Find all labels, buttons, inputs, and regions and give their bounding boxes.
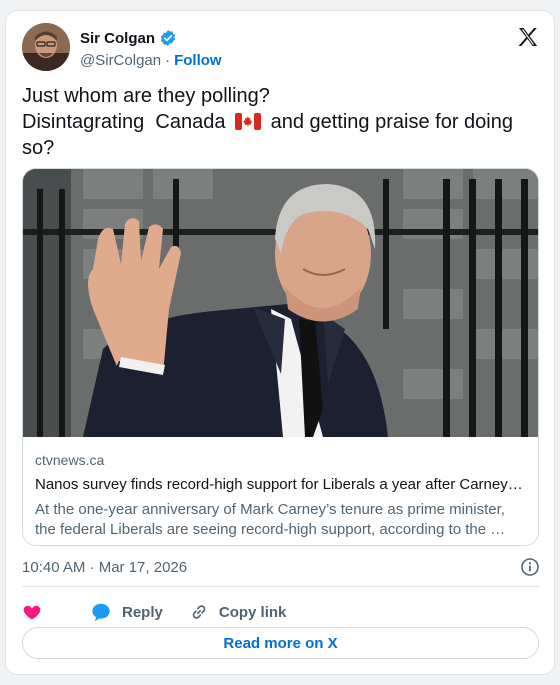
reply-label: Reply <box>122 603 163 621</box>
reply-button[interactable]: Reply <box>90 602 163 622</box>
tweet-line-2: Disintagrating Canada and getting praise… <box>22 109 540 135</box>
author-handle[interactable]: @SirColgan <box>80 52 161 69</box>
display-name[interactable]: Sir Colgan <box>80 30 155 47</box>
tweet-text: Just whom are they polling? Disintagrati… <box>22 83 540 161</box>
divider <box>22 586 540 587</box>
like-button[interactable] <box>22 602 52 622</box>
link-preview-card[interactable]: ctvnews.ca Nanos survey finds record-hig… <box>22 168 539 546</box>
avatar[interactable] <box>22 23 70 71</box>
tweet-card: Sir Colgan @SirColgan · Follow Just whom… <box>5 10 555 675</box>
x-logo-icon[interactable] <box>516 25 540 49</box>
heart-icon <box>23 605 41 620</box>
tweet-line-2-end: and getting praise for doing <box>265 111 513 133</box>
info-icon[interactable] <box>520 557 540 577</box>
read-more-button[interactable]: Read more on X <box>22 627 539 659</box>
tweet-line-3: so? <box>22 137 55 159</box>
follow-button[interactable]: Follow <box>174 52 222 69</box>
tweet-line-1: Just whom are they polling? <box>22 85 270 107</box>
verified-badge-icon <box>159 29 177 47</box>
author-names: Sir Colgan @SirColgan · Follow <box>80 28 222 70</box>
copy-link-button[interactable]: Copy link <box>189 602 287 622</box>
canada-flag-icon <box>235 111 262 130</box>
link-description: At the one-year anniversary of Mark Carn… <box>35 501 506 538</box>
handle-separator: · <box>165 52 171 69</box>
link-domain: ctvnews.ca <box>35 452 105 468</box>
copy-link-label: Copy link <box>218 603 287 621</box>
timestamp-row: 10:40 AM · Mar 17, 2026 <box>22 555 540 579</box>
reply-bubble-icon <box>92 603 110 622</box>
timestamp[interactable]: 10:40 AM · Mar 17, 2026 <box>22 559 187 576</box>
tweet-actions: Reply Copy link <box>22 595 540 629</box>
tweet-header: Sir Colgan @SirColgan · Follow <box>22 23 540 73</box>
link-title[interactable]: Nanos survey finds record-high support f… <box>35 476 528 496</box>
tweet-line-2-start: Disintagrating Canada <box>22 111 232 133</box>
link-preview-image[interactable] <box>23 169 538 437</box>
link-icon <box>192 605 206 619</box>
link-preview-meta: ctvnews.ca Nanos survey finds record-hig… <box>35 452 528 540</box>
